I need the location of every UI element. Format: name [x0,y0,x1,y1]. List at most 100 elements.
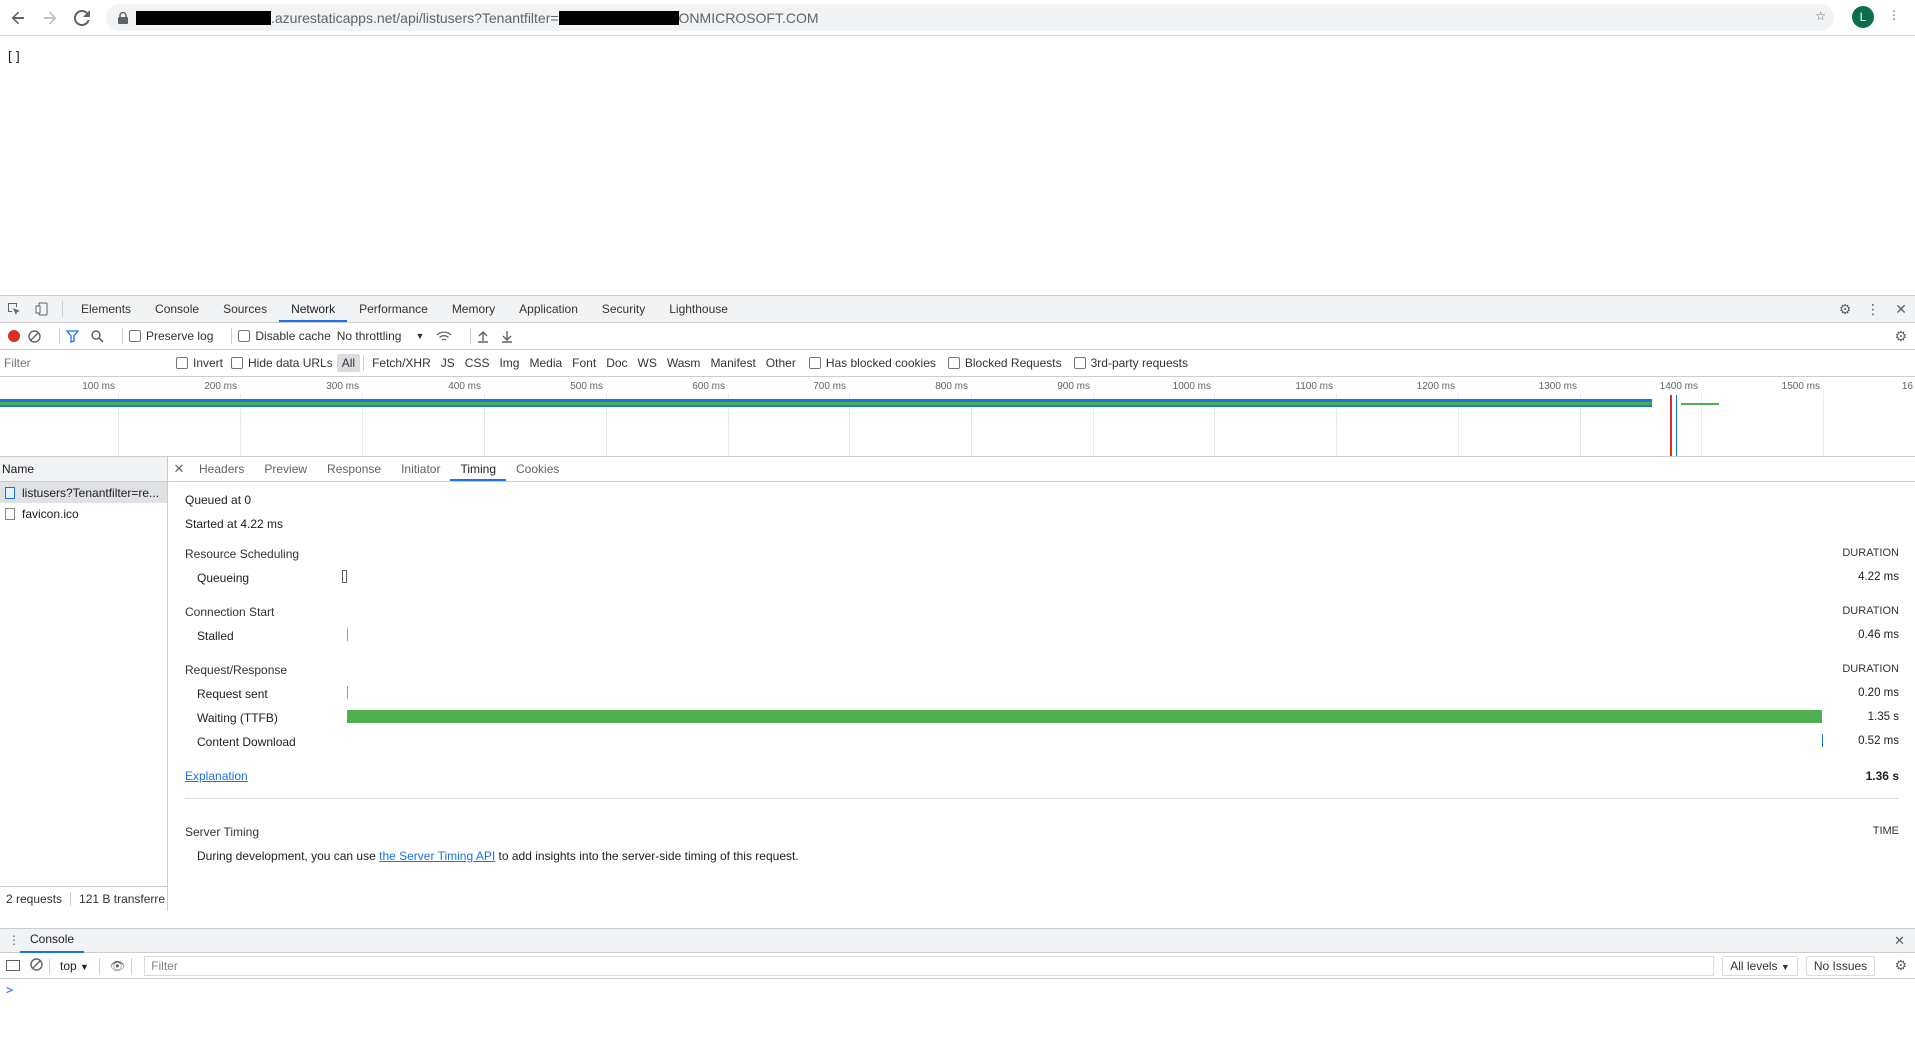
console-filter-input[interactable]: Filter [144,955,1715,976]
close-detail-icon[interactable]: ✕ [169,457,189,481]
checkbox-box[interactable] [808,357,821,369]
tab-lighthouse[interactable]: Lighthouse [657,296,740,322]
content-download-label: Content Download [197,735,296,749]
detail-tab-cookies[interactable]: Cookies [506,457,569,481]
tab-elements[interactable]: Elements [69,296,143,322]
drawer-menu-icon[interactable]: ⋮ [8,933,20,947]
type-filter-media[interactable]: Media [524,354,567,372]
checkbox-box[interactable] [231,357,244,369]
more-options-icon[interactable]: ⋮ [1859,301,1887,318]
detail-tab-timing[interactable]: Timing [450,457,507,481]
name-column-header[interactable]: Name [0,457,167,482]
preserve-log-checkbox[interactable]: Preserve log [129,329,213,343]
settings-gear-icon[interactable]: ⚙ [1831,301,1859,318]
reload-button[interactable] [68,4,96,32]
tab-performance[interactable]: Performance [347,296,440,322]
type-filter-all[interactable]: All [336,354,361,372]
tab-console[interactable]: Console [143,296,211,322]
url-end: ONMICROSOFT.COM [678,9,819,26]
request-row-listusers[interactable]: listusers?Tenantfilter=re... [0,482,167,503]
divider [49,957,50,974]
type-filter-js[interactable]: JS [436,354,460,372]
profile-avatar[interactable]: L [1852,6,1874,28]
issues-button[interactable]: No Issues [1805,955,1876,976]
overview-tick: 800 ms [935,381,968,392]
network-filter-input[interactable] [2,353,164,373]
context-value: top [60,958,77,973]
close-devtools-icon[interactable]: ✕ [1887,301,1915,318]
request-sent-bar [347,686,348,699]
sidebar-toggle-icon[interactable] [6,960,20,971]
timing-panel: Queued at 0 Started at 4.22 ms Resource … [169,482,1915,910]
export-har-icon[interactable] [501,330,513,343]
filter-funnel-icon[interactable] [66,329,79,343]
overview-tick: 1500 ms [1781,381,1820,392]
detail-tab-headers[interactable]: Headers [189,457,254,481]
overview-tick: 1400 ms [1659,381,1698,392]
type-filter-fetch-xhr[interactable]: Fetch/XHR [367,354,436,372]
browser-menu-icon[interactable]: ⋮ [1888,8,1900,22]
network-overview-timeline[interactable]: 100 ms 200 ms 300 ms 400 ms 500 ms 600 m… [0,377,1915,457]
device-toolbar-icon[interactable] [28,296,56,322]
has-blocked-cookies-checkbox[interactable]: Has blocked cookies [808,356,936,370]
tab-network[interactable]: Network [279,296,348,322]
type-filter-other[interactable]: Other [761,354,801,372]
search-icon[interactable] [91,329,104,343]
type-filter-manifest[interactable]: Manifest [705,354,760,372]
import-har-icon[interactable] [477,330,489,343]
drawer-tab-console[interactable]: Console [20,928,85,953]
checkbox-box[interactable] [1073,357,1086,369]
checkbox-box[interactable] [129,330,141,342]
disable-cache-checkbox[interactable]: Disable cache [238,329,331,343]
console-prompt[interactable]: > [0,983,1915,997]
detail-tab-response[interactable]: Response [317,457,391,481]
checkbox-box[interactable] [947,357,960,369]
detail-tab-preview[interactable]: Preview [254,457,317,481]
hide-data-urls-checkbox[interactable]: Hide data URLs [231,356,333,370]
overview-tick: 1100 ms [1295,381,1333,392]
context-select[interactable]: top ▼ [60,959,89,973]
type-filter-css[interactable]: CSS [460,354,495,372]
close-drawer-icon[interactable]: ✕ [1894,933,1905,949]
network-conditions-icon[interactable] [436,330,452,343]
throttling-select[interactable]: No throttling ▼ [337,329,425,343]
request-row-favicon[interactable]: favicon.ico [0,503,167,524]
address-bar[interactable]: .azurestaticapps.net/api/listusers?Tenan… [106,4,1834,31]
explanation-link[interactable]: Explanation [185,769,248,783]
log-levels-select[interactable]: All levels ▼ [1722,955,1798,976]
invert-checkbox[interactable]: Invert [176,356,223,370]
waiting-ttfb-bar [347,710,1822,723]
type-filter-doc[interactable]: Doc [601,354,632,372]
third-party-requests-checkbox[interactable]: 3rd-party requests [1073,356,1188,370]
record-button[interactable] [8,330,20,342]
divider [231,328,233,344]
request-count: 2 requests [6,892,63,906]
time-heading: TIME [1872,825,1899,837]
overview-tick: 900 ms [1057,381,1090,392]
server-timing-api-link[interactable]: the Server Timing API [379,849,495,863]
forward-button[interactable] [36,4,64,32]
tab-security[interactable]: Security [590,296,657,322]
back-button[interactable] [4,4,32,32]
live-expression-eye-icon[interactable]: 👁 [110,959,125,973]
tab-sources[interactable]: Sources [211,296,279,322]
type-filter-ws[interactable]: WS [633,354,662,372]
inspect-element-icon[interactable] [0,296,28,322]
tab-application[interactable]: Application [507,296,590,322]
console-settings-gear-icon[interactable]: ⚙ [1894,957,1907,974]
type-filter-font[interactable]: Font [567,354,601,372]
network-settings-gear-icon[interactable]: ⚙ [1894,328,1907,345]
checkbox-box[interactable] [176,357,188,369]
checkbox-box[interactable] [238,330,251,342]
blocked-requests-label: Blocked Requests [964,356,1062,370]
divider [185,798,1899,799]
type-filter-img[interactable]: Img [494,354,524,372]
blocked-requests-checkbox[interactable]: Blocked Requests [947,356,1062,370]
clear-console-icon[interactable] [30,957,43,974]
bookmark-star-icon[interactable]: ☆ [1815,9,1826,23]
type-filter-wasm[interactable]: Wasm [662,354,706,372]
clear-icon[interactable] [28,329,41,343]
tab-memory[interactable]: Memory [440,296,507,322]
overview-tick: 700 ms [813,381,846,392]
detail-tab-initiator[interactable]: Initiator [391,457,450,481]
